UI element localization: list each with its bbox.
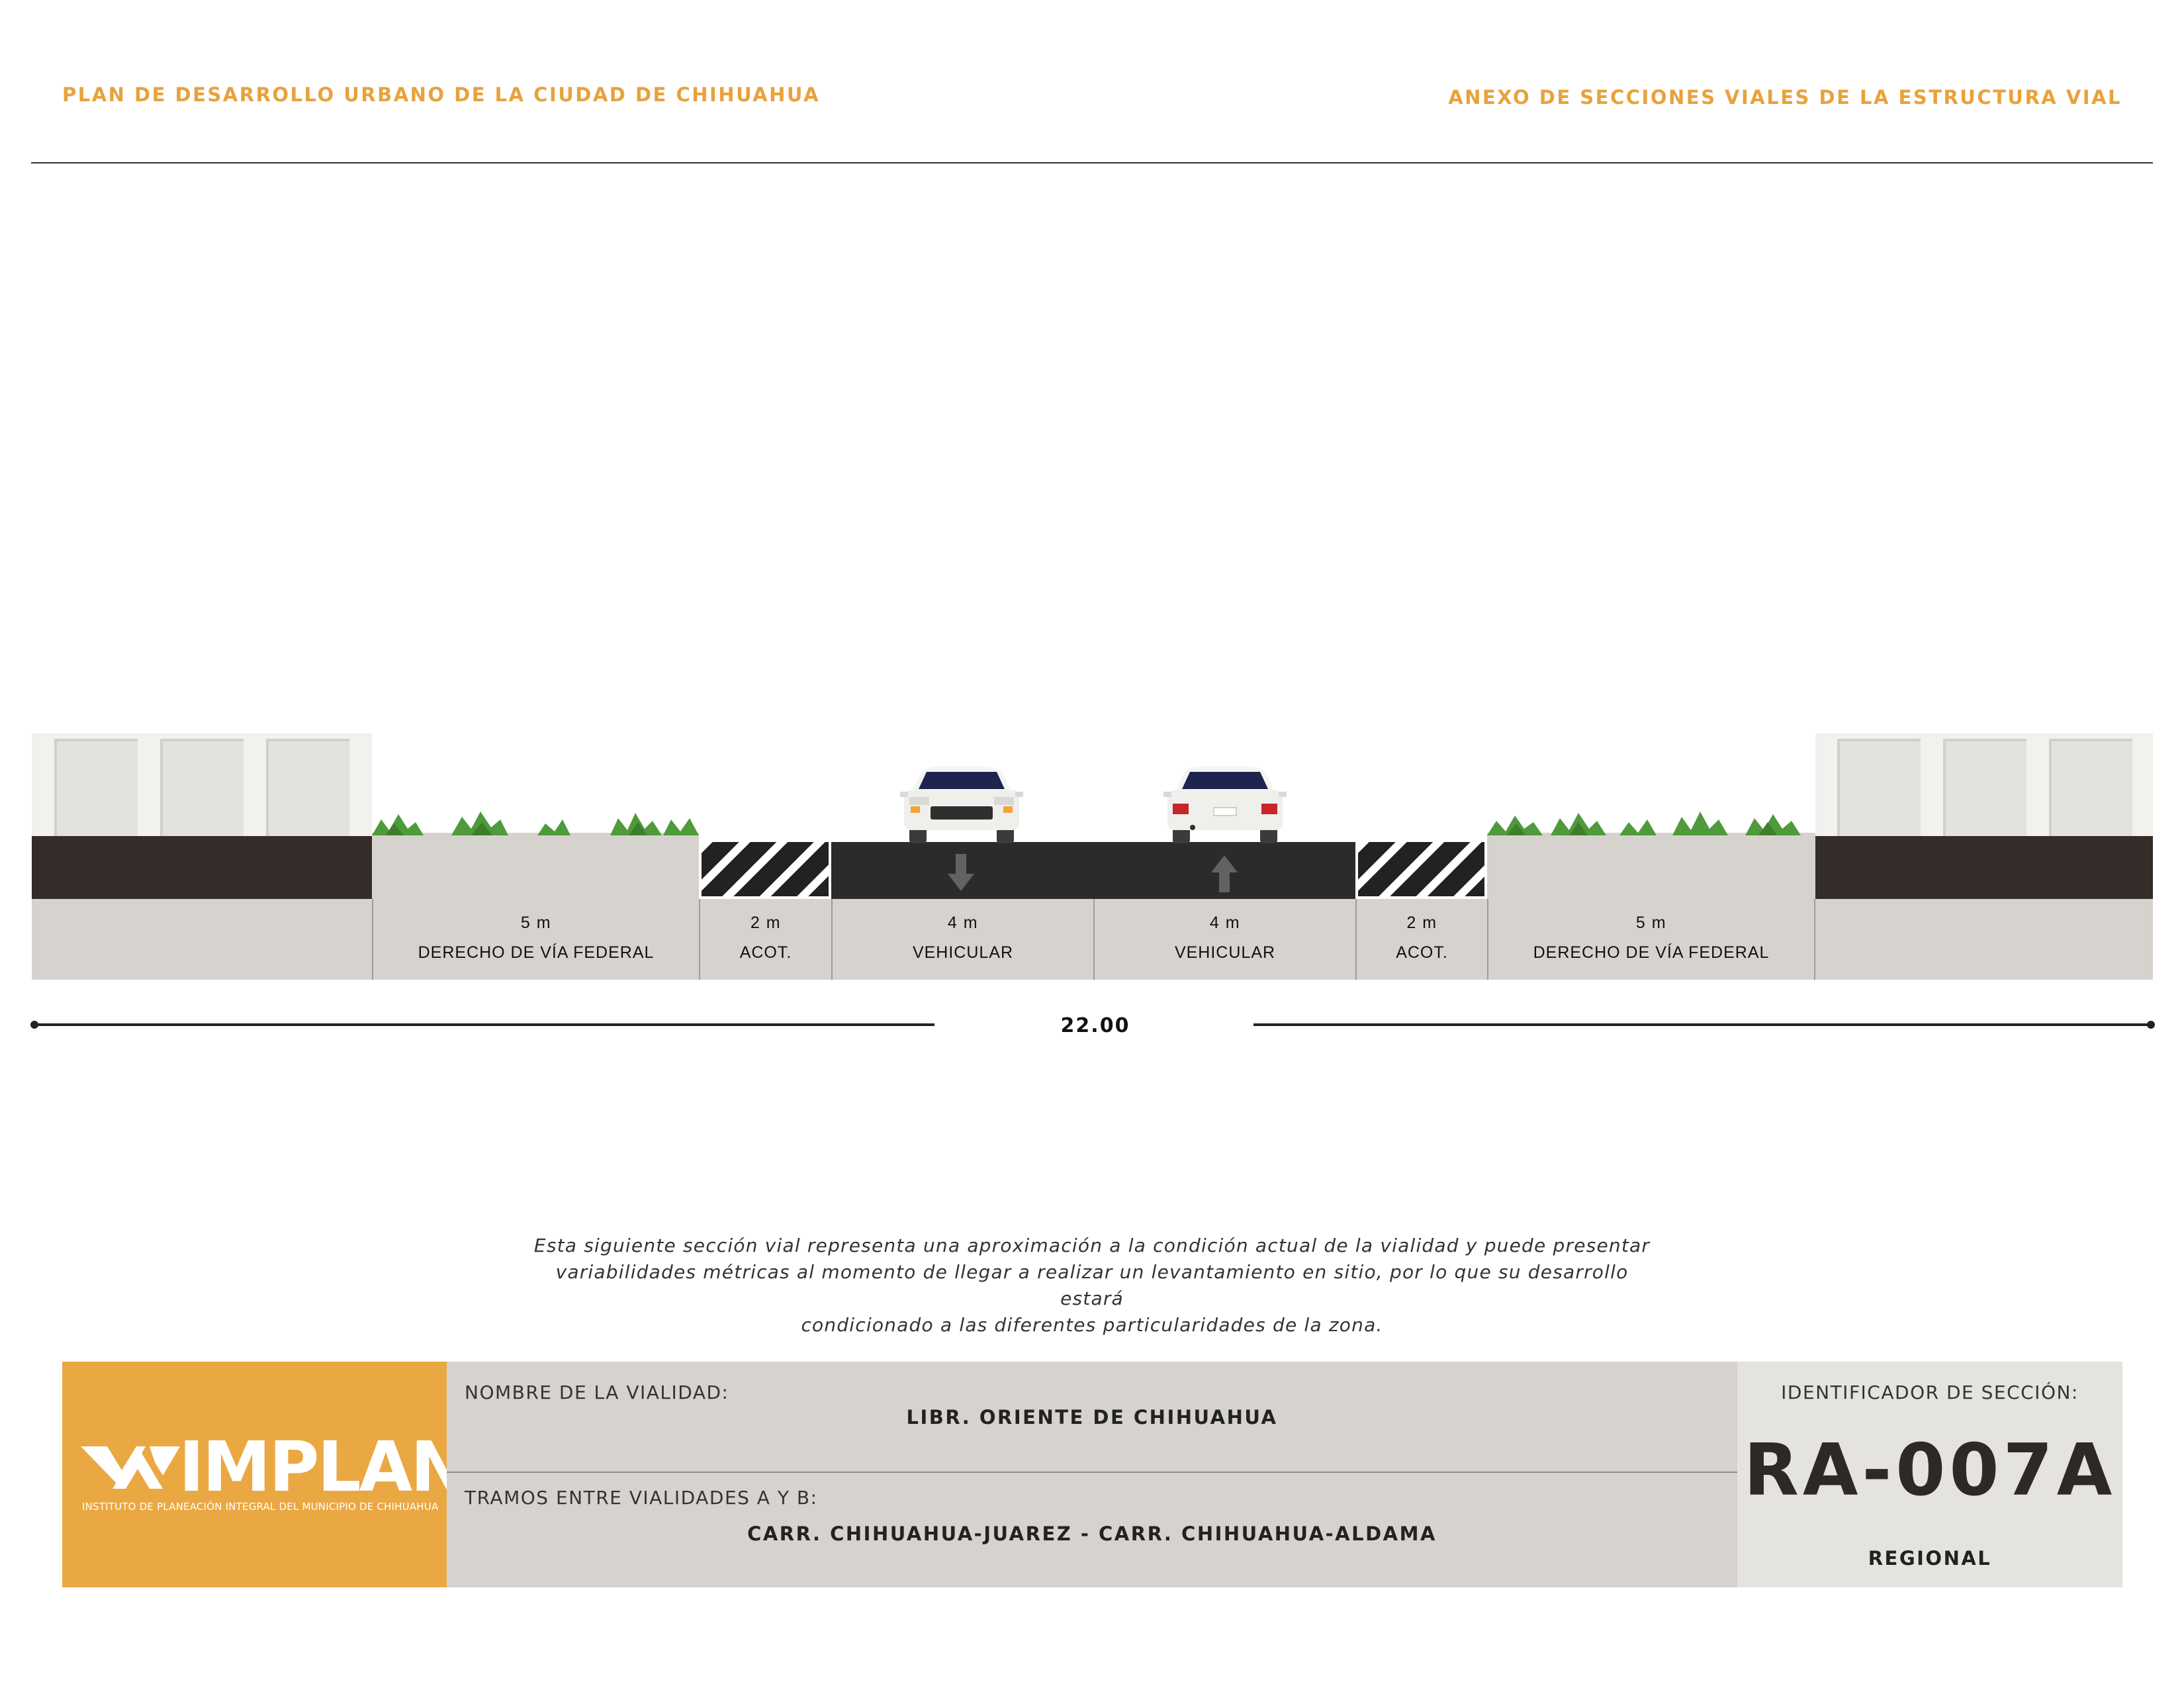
segment-width: 4 m bbox=[947, 914, 979, 932]
total-width-label: 22.00 bbox=[1060, 1014, 1130, 1037]
right-soil-band bbox=[1815, 836, 2153, 899]
right-base bbox=[1815, 899, 2153, 980]
disclaimer-note: Esta siguiente sección vial representa u… bbox=[523, 1233, 1661, 1338]
segment-name: VEHICULAR bbox=[1174, 943, 1276, 962]
segment-name: DERECHO DE VÍA FEDERAL bbox=[418, 943, 655, 962]
segment-between-label: TRAMOS ENTRE VIALIDADES A Y B: bbox=[465, 1487, 818, 1509]
segment-shoulder-right: 2 m ACOT. bbox=[1355, 899, 1487, 980]
segment-width: 4 m bbox=[1209, 914, 1241, 932]
implan-subtitle: INSTITUTO DE PLANEACIÓN INTEGRAL DEL MUN… bbox=[82, 1501, 439, 1513]
segment-name: ACOT. bbox=[739, 943, 792, 962]
wall-panel bbox=[1943, 739, 2026, 837]
segment-name: DERECHO DE VÍA FEDERAL bbox=[1533, 943, 1770, 962]
implan-wordmark: IMPLAN bbox=[179, 1427, 468, 1507]
segment-derecho-via-left: 5 m DERECHO DE VÍA FEDERAL bbox=[372, 899, 699, 980]
segment-width: 2 m bbox=[750, 914, 782, 932]
left-soil-band bbox=[32, 836, 372, 899]
segment-width: 2 m bbox=[1406, 914, 1437, 932]
right-shoulder-hatch bbox=[1355, 839, 1487, 899]
implan-logo-block: IMPLAN INSTITUTO DE PLANEACIÓN INTEGRAL … bbox=[62, 1362, 468, 1587]
dimension-end-dot bbox=[2147, 1021, 2155, 1029]
segment-shoulder-left: 2 m ACOT. bbox=[699, 899, 831, 980]
segment-between-value: CARR. CHIHUAHUA-JUAREZ - CARR. CHIHUAHUA… bbox=[747, 1523, 1437, 1545]
road-cross-section: 5 m DERECHO DE VÍA FEDERAL 2 m ACOT. 4 m… bbox=[0, 0, 2184, 993]
road-name-value: LIBR. ORIENTE DE CHIHUAHUA bbox=[906, 1406, 1278, 1429]
segment-name: VEHICULAR bbox=[912, 943, 1014, 962]
segment-lane-left: 4 m VEHICULAR bbox=[831, 899, 1093, 980]
left-shoulder-hatch bbox=[699, 839, 831, 899]
arrow-up-icon bbox=[1211, 855, 1238, 892]
right-verge bbox=[1487, 833, 1815, 899]
car-rear-icon bbox=[1163, 767, 1287, 843]
segment-lane-right: 4 m VEHICULAR bbox=[1093, 899, 1355, 980]
segment-width: 5 m bbox=[520, 914, 552, 932]
left-base bbox=[32, 899, 372, 980]
segment-derecho-via-right: 5 m DERECHO DE VÍA FEDERAL bbox=[1487, 899, 1815, 980]
note-line: condicionado a las diferentes particular… bbox=[801, 1314, 1383, 1336]
right-shrubs bbox=[1487, 812, 1801, 835]
shrub-icon bbox=[372, 812, 699, 835]
dimension-line-left bbox=[34, 1023, 934, 1026]
section-id-value: RA-007A bbox=[1743, 1429, 2116, 1512]
asphalt-lanes bbox=[831, 842, 1355, 899]
dimension-line-right bbox=[1253, 1023, 2151, 1026]
car-front-icon bbox=[900, 767, 1023, 843]
road-info-divider bbox=[447, 1472, 1737, 1473]
wall-panel bbox=[2049, 739, 2132, 837]
wall-panel bbox=[160, 739, 244, 837]
segment-width: 5 m bbox=[1635, 914, 1667, 932]
shrub-icon bbox=[1487, 812, 1801, 835]
left-shrubs bbox=[372, 812, 699, 835]
wall-panel bbox=[1837, 739, 1921, 837]
note-line: variabilidades métricas al momento de ll… bbox=[555, 1261, 1629, 1309]
implan-logo-icon bbox=[81, 1446, 180, 1489]
wall-panel bbox=[266, 739, 349, 837]
wall-panel bbox=[54, 739, 138, 837]
road-name-label: NOMBRE DE LA VIALIDAD: bbox=[465, 1382, 729, 1403]
section-classification: REGIONAL bbox=[1868, 1547, 1992, 1570]
segment-name: ACOT. bbox=[1396, 943, 1448, 962]
note-line: Esta siguiente sección vial representa u… bbox=[533, 1235, 1651, 1256]
arrow-down-icon bbox=[948, 854, 974, 891]
left-verge bbox=[372, 833, 699, 899]
section-id-label: IDENTIFICADOR DE SECCIÓN: bbox=[1781, 1382, 2079, 1403]
